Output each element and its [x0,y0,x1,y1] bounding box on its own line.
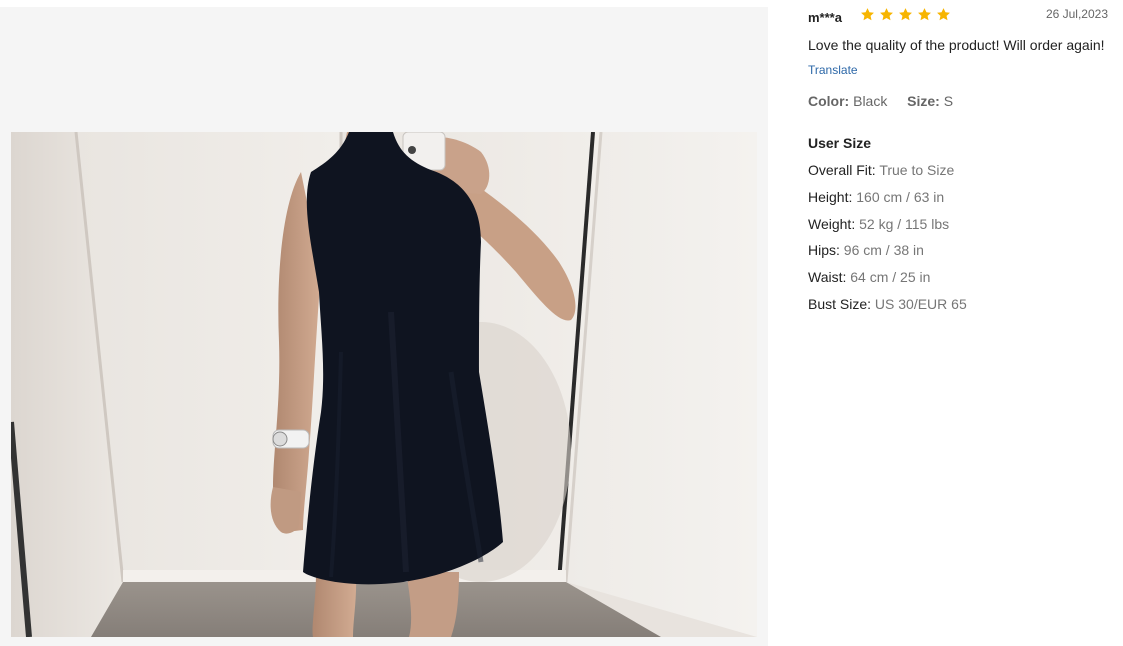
review-text: Love the quality of the product! Will or… [808,37,1105,53]
size-row-value: 160 cm / 63 in [856,188,945,205]
review-photo-panel [0,7,768,646]
color-label: Color: [808,93,850,109]
size-row-label: Height: [808,188,857,205]
user-size-list: Overall Fit: True to Size Height: 160 cm… [808,162,967,323]
review-detail-page: m***a 26 Jul,2023 Love the quality of th… [0,0,1123,646]
translate-link[interactable]: Translate [808,63,858,77]
size-row-label: Overall Fit: [808,162,880,178]
review-photo[interactable] [11,132,757,637]
user-size-row-height: Height: 160 cm / 63 in [808,189,967,216]
user-size-row-bust-size: Bust Size: US 30/EUR 65 [808,296,967,323]
star-icon [861,8,874,21]
user-size-row-waist: Waist: 64 cm / 25 in [808,269,967,296]
size-value: S [943,93,954,109]
review-photo-image [11,132,757,637]
size-row-value: US 30/EUR 65 [874,295,967,312]
color-value: Black [853,93,888,109]
size-row-label: Weight: [808,215,860,232]
reviewer-username: m***a [808,10,842,25]
size-row-value: 96 cm / 38 in [843,242,924,259]
star-icon [937,8,950,21]
size-row-label: Bust Size: [808,295,875,312]
size-row-label: Hips: [808,242,844,259]
user-size-row-overall-fit: Overall Fit: True to Size [808,162,967,189]
user-size-row-hips: Hips: 96 cm / 38 in [808,242,967,269]
star-icon [918,8,931,21]
review-date: 26 Jul,2023 [1045,7,1108,21]
star-icon [880,8,893,21]
size-row-value: 52 kg / 115 lbs [859,215,950,232]
review-panel: m***a 26 Jul,2023 Love the quality of th… [808,0,1113,646]
size-row-label: Waist: [808,269,851,286]
size-label: Size: [907,93,940,109]
user-size-title: User Size [808,135,872,151]
size-row-value: 64 cm / 25 in [850,269,931,286]
star-rating [860,7,951,22]
purchase-attributes: Color: Black Size: S [808,93,953,109]
star-icon [899,8,912,21]
user-size-row-weight: Weight: 52 kg / 115 lbs [808,216,967,243]
review-header: m***a 26 Jul,2023 [808,0,1113,32]
size-row-value: True to Size [879,162,955,178]
